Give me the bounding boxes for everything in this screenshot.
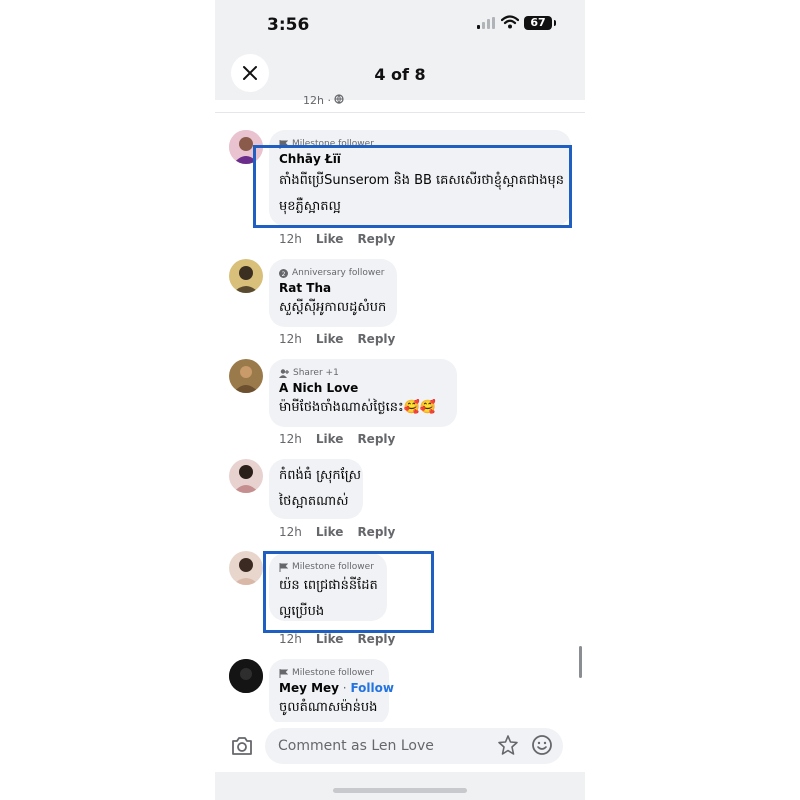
sharer-icon xyxy=(279,368,289,378)
highlight-box xyxy=(253,145,572,228)
comment-text-line: ថៃស្អាតណាស់ xyxy=(279,494,349,509)
anniversary-icon: 2 xyxy=(279,268,288,278)
sharer-badge: Sharer +1 xyxy=(279,367,445,379)
reply-button[interactable]: Reply xyxy=(357,525,395,539)
avatar-photo xyxy=(229,551,263,585)
anniversary-badge: 2 Anniversary follower xyxy=(279,267,385,279)
comment-actions: 12h Like Reply xyxy=(279,632,395,646)
like-button[interactable]: Like xyxy=(316,432,344,446)
comment-author[interactable]: Rat Tha xyxy=(279,281,385,295)
svg-text:2: 2 xyxy=(282,271,286,278)
avatar[interactable] xyxy=(229,259,263,293)
camera-icon[interactable] xyxy=(231,736,253,756)
sticker-icon[interactable] xyxy=(497,734,519,756)
flag-icon xyxy=(279,668,288,678)
scrollbar[interactable] xyxy=(579,646,582,678)
comment-actions: 12h Like Reply xyxy=(279,525,395,539)
divider xyxy=(215,112,585,113)
avatar-photo xyxy=(229,459,263,493)
previous-comment-time-text: 12h · xyxy=(303,94,331,107)
avatar-photo xyxy=(229,359,263,393)
comment-author[interactable]: A Nich Love xyxy=(279,381,445,395)
follow-link[interactable]: Follow xyxy=(350,681,394,695)
comment-bubble[interactable]: កំពង់ធំ ស្រុកស្រែ ថៃស្អាតណាស់ xyxy=(269,459,363,519)
comment-text-line: កំពង់ធំ ស្រុកស្រែ xyxy=(279,468,362,483)
like-button[interactable]: Like xyxy=(316,332,344,346)
milestone-badge: Milestone follower xyxy=(279,667,377,679)
avatar-photo xyxy=(229,259,263,293)
battery-level: 67 xyxy=(524,16,552,30)
comment-text-line: ម៉ាមីថែងចាំងណាស់ថ្ងៃនេះ🥰🥰 xyxy=(279,400,437,415)
reply-button[interactable]: Reply xyxy=(357,332,395,346)
comment-text-line: សួស្ដីស៊ីអូកាលដូសំបក xyxy=(279,300,387,315)
comment-text-line: ចូលតំណាសម៉ាន់បង xyxy=(279,700,378,715)
avatar-photo xyxy=(229,659,263,693)
comment-bubble[interactable]: 2 Anniversary follower Rat Tha សួស្ដីស៊ី… xyxy=(269,259,397,327)
emoji-icon[interactable] xyxy=(531,734,553,756)
comment-bubble[interactable]: Sharer +1 A Nich Love ម៉ាមីថែងចាំងណាស់ថ្… xyxy=(269,359,457,427)
reply-button[interactable]: Reply xyxy=(357,432,395,446)
comment-time: 12h xyxy=(279,432,302,446)
like-button[interactable]: Like xyxy=(316,525,344,539)
comment-actions: 12h Like Reply xyxy=(279,432,395,446)
comment-time: 12h xyxy=(279,232,302,246)
page-indicator: 4 of 8 xyxy=(374,65,426,84)
comment-author[interactable]: Mey Mey xyxy=(279,681,339,695)
comment-actions: 12h Like Reply xyxy=(279,232,395,246)
badge-label: Milestone follower xyxy=(292,668,374,678)
comment-actions: 12h Like Reply xyxy=(279,332,395,346)
reply-button[interactable]: Reply xyxy=(357,232,395,246)
status-time: 3:56 xyxy=(267,15,310,35)
viewer-header: 4 of 8 xyxy=(215,48,585,100)
comment-author-row: Mey Mey · Follow xyxy=(279,681,394,695)
avatar[interactable] xyxy=(229,359,263,393)
avatar[interactable] xyxy=(229,551,263,585)
bottom-bar xyxy=(215,772,585,800)
comment-time: 12h xyxy=(279,332,302,346)
signal-icon xyxy=(477,17,495,29)
avatar[interactable] xyxy=(229,459,263,493)
badge-label: Anniversary follower xyxy=(292,268,385,278)
comment-time: 12h xyxy=(279,632,302,646)
like-button[interactable]: Like xyxy=(316,232,344,246)
badge-label: Sharer +1 xyxy=(293,368,339,378)
highlight-box xyxy=(263,551,434,633)
phone-screen: 3:56 67 4 of 8 12h · Milestone follower … xyxy=(215,0,585,800)
home-indicator xyxy=(333,788,467,793)
like-button[interactable]: Like xyxy=(316,632,344,646)
reply-button[interactable]: Reply xyxy=(357,632,395,646)
avatar[interactable] xyxy=(229,659,263,693)
comment-time: 12h xyxy=(279,525,302,539)
comment-bubble[interactable]: Milestone follower Mey Mey · Follow ចូលត… xyxy=(269,659,394,725)
battery-tip xyxy=(554,20,556,26)
globe-icon xyxy=(334,94,345,104)
wifi-icon xyxy=(501,15,519,29)
status-bar: 3:56 67 xyxy=(215,0,585,48)
previous-comment-time: 12h · xyxy=(303,94,345,107)
